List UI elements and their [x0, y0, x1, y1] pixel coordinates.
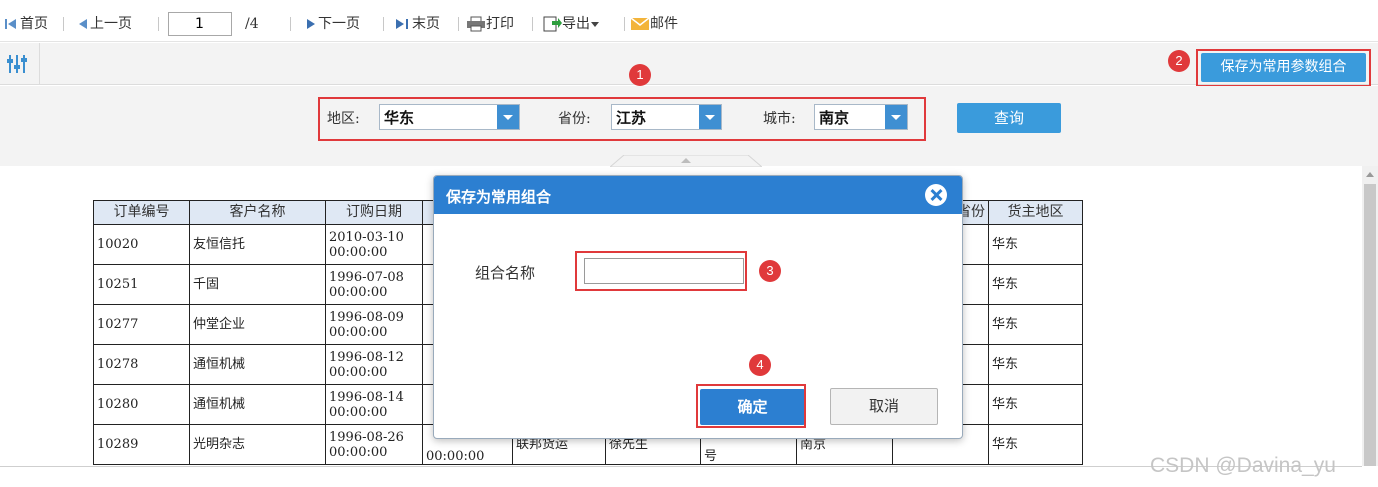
prev-page-button[interactable]: 上一页: [76, 14, 132, 34]
table-cell: 华东: [988, 424, 1083, 465]
column-header: 货主地区: [988, 200, 1083, 225]
table-cell: 10278: [93, 344, 190, 385]
last-page-icon: [396, 19, 408, 29]
prev-page-icon: [79, 19, 87, 29]
chevron-down-icon: [591, 22, 599, 27]
highlight-box-input: [575, 251, 747, 291]
page-total: /4: [245, 16, 259, 32]
region-select-value: 华东: [384, 109, 415, 127]
column-header: 客户名称: [189, 200, 326, 225]
table-cell: 通恒机械: [189, 344, 326, 385]
table-cell: 2010-03-10 00:00:00: [325, 224, 423, 265]
table-cell: 10277: [93, 304, 190, 345]
prev-page-label: 上一页: [90, 16, 132, 32]
step-badge-4: 4: [749, 354, 771, 376]
table-cell: 友恒信托: [189, 224, 326, 265]
dropdown-arrow-icon[interactable]: [497, 105, 519, 129]
mail-label: 邮件: [650, 16, 678, 32]
toolbar-divider: [458, 17, 459, 31]
highlight-box-confirm: [696, 384, 806, 428]
city-select[interactable]: 南京: [814, 104, 908, 130]
print-label: 打印: [486, 16, 514, 32]
table-cell: 1996-08-12 00:00:00: [325, 344, 423, 385]
table-cell: 1996-07-08 00:00:00: [325, 264, 423, 305]
page-number-input[interactable]: 1: [168, 12, 232, 36]
table-cell: 1996-08-26 00:00:00: [325, 424, 423, 465]
table-cell: 1996-08-14 00:00:00: [325, 384, 423, 425]
province-select-value: 江苏: [616, 109, 647, 127]
toolbar-divider: [158, 17, 159, 31]
scroll-up-icon[interactable]: [1366, 172, 1374, 177]
toolbar-divider: [624, 17, 625, 31]
step-badge-1: 1: [629, 64, 651, 86]
first-page-label: 首页: [20, 16, 48, 32]
province-label: 省份:: [558, 111, 591, 127]
report-toolbar: 首页 上一页 1 /4 下一页 末页 打印 导出 邮件: [0, 0, 1378, 42]
column-header: 订购日期: [325, 200, 423, 225]
sliders-icon: [7, 55, 27, 73]
table-cell: 1996-08-09 00:00:00: [325, 304, 423, 345]
next-page-button[interactable]: 下一页: [304, 14, 360, 34]
export-label: 导出: [562, 16, 590, 32]
printer-icon: [467, 16, 485, 32]
region-select[interactable]: 华东: [379, 104, 520, 130]
region-label: 地区:: [327, 111, 360, 127]
collapse-panel-tab[interactable]: [610, 155, 762, 167]
vertical-scrollbar[interactable]: [1362, 166, 1378, 466]
province-select[interactable]: 江苏: [611, 104, 722, 130]
table-cell: 仲堂企业: [189, 304, 326, 345]
table-cell: 通恒机械: [189, 384, 326, 425]
table-cell: 千固: [189, 264, 326, 305]
column-header: 订单编号: [93, 200, 190, 225]
query-button[interactable]: 查询: [957, 103, 1061, 133]
last-page-button[interactable]: 末页: [394, 14, 440, 34]
toolbar-divider: [532, 17, 533, 31]
table-cell: 华东: [988, 224, 1083, 265]
watermark: CSDN @Davina_yu: [1150, 454, 1336, 477]
dialog-title: 保存为常用组合: [446, 188, 552, 206]
table-cell: 10020: [93, 224, 190, 265]
next-page-icon: [307, 19, 315, 29]
parameter-toggle[interactable]: [0, 43, 40, 85]
mail-button[interactable]: 邮件: [630, 14, 678, 34]
export-dropdown[interactable]: 导出: [542, 14, 600, 34]
cancel-button[interactable]: 取消: [830, 388, 938, 425]
print-button[interactable]: 打印: [466, 14, 514, 34]
toolbar-divider: [290, 17, 291, 31]
envelope-icon: [630, 17, 650, 30]
close-icon[interactable]: [925, 184, 947, 206]
first-page-icon: [5, 19, 16, 29]
toolbar-divider: [383, 17, 384, 31]
table-cell: 华东: [988, 264, 1083, 305]
scrollbar-thumb[interactable]: [1364, 184, 1376, 466]
city-select-value: 南京: [819, 109, 850, 127]
step-badge-2: 2: [1168, 50, 1190, 72]
table-cell: 光明杂志: [189, 424, 326, 465]
combo-name-label: 组合名称: [475, 264, 536, 282]
city-label: 城市:: [763, 111, 796, 127]
table-cell: 华东: [988, 384, 1083, 425]
highlight-box-save: [1196, 49, 1371, 87]
next-page-label: 下一页: [318, 16, 360, 32]
export-icon: [543, 16, 562, 32]
table-cell: 10251: [93, 264, 190, 305]
dropdown-arrow-icon[interactable]: [885, 105, 907, 129]
dropdown-arrow-icon[interactable]: [699, 105, 721, 129]
dialog-header: 保存为常用组合: [434, 176, 962, 214]
table-cell: 10280: [93, 384, 190, 425]
last-page-label: 末页: [412, 16, 440, 32]
table-cell: 10289: [93, 424, 190, 465]
step-badge-3: 3: [759, 260, 781, 282]
table-cell: 华东: [988, 304, 1083, 345]
toolbar-divider: [63, 17, 64, 31]
first-page-button[interactable]: 首页: [4, 14, 48, 34]
table-cell: 华东: [988, 344, 1083, 385]
